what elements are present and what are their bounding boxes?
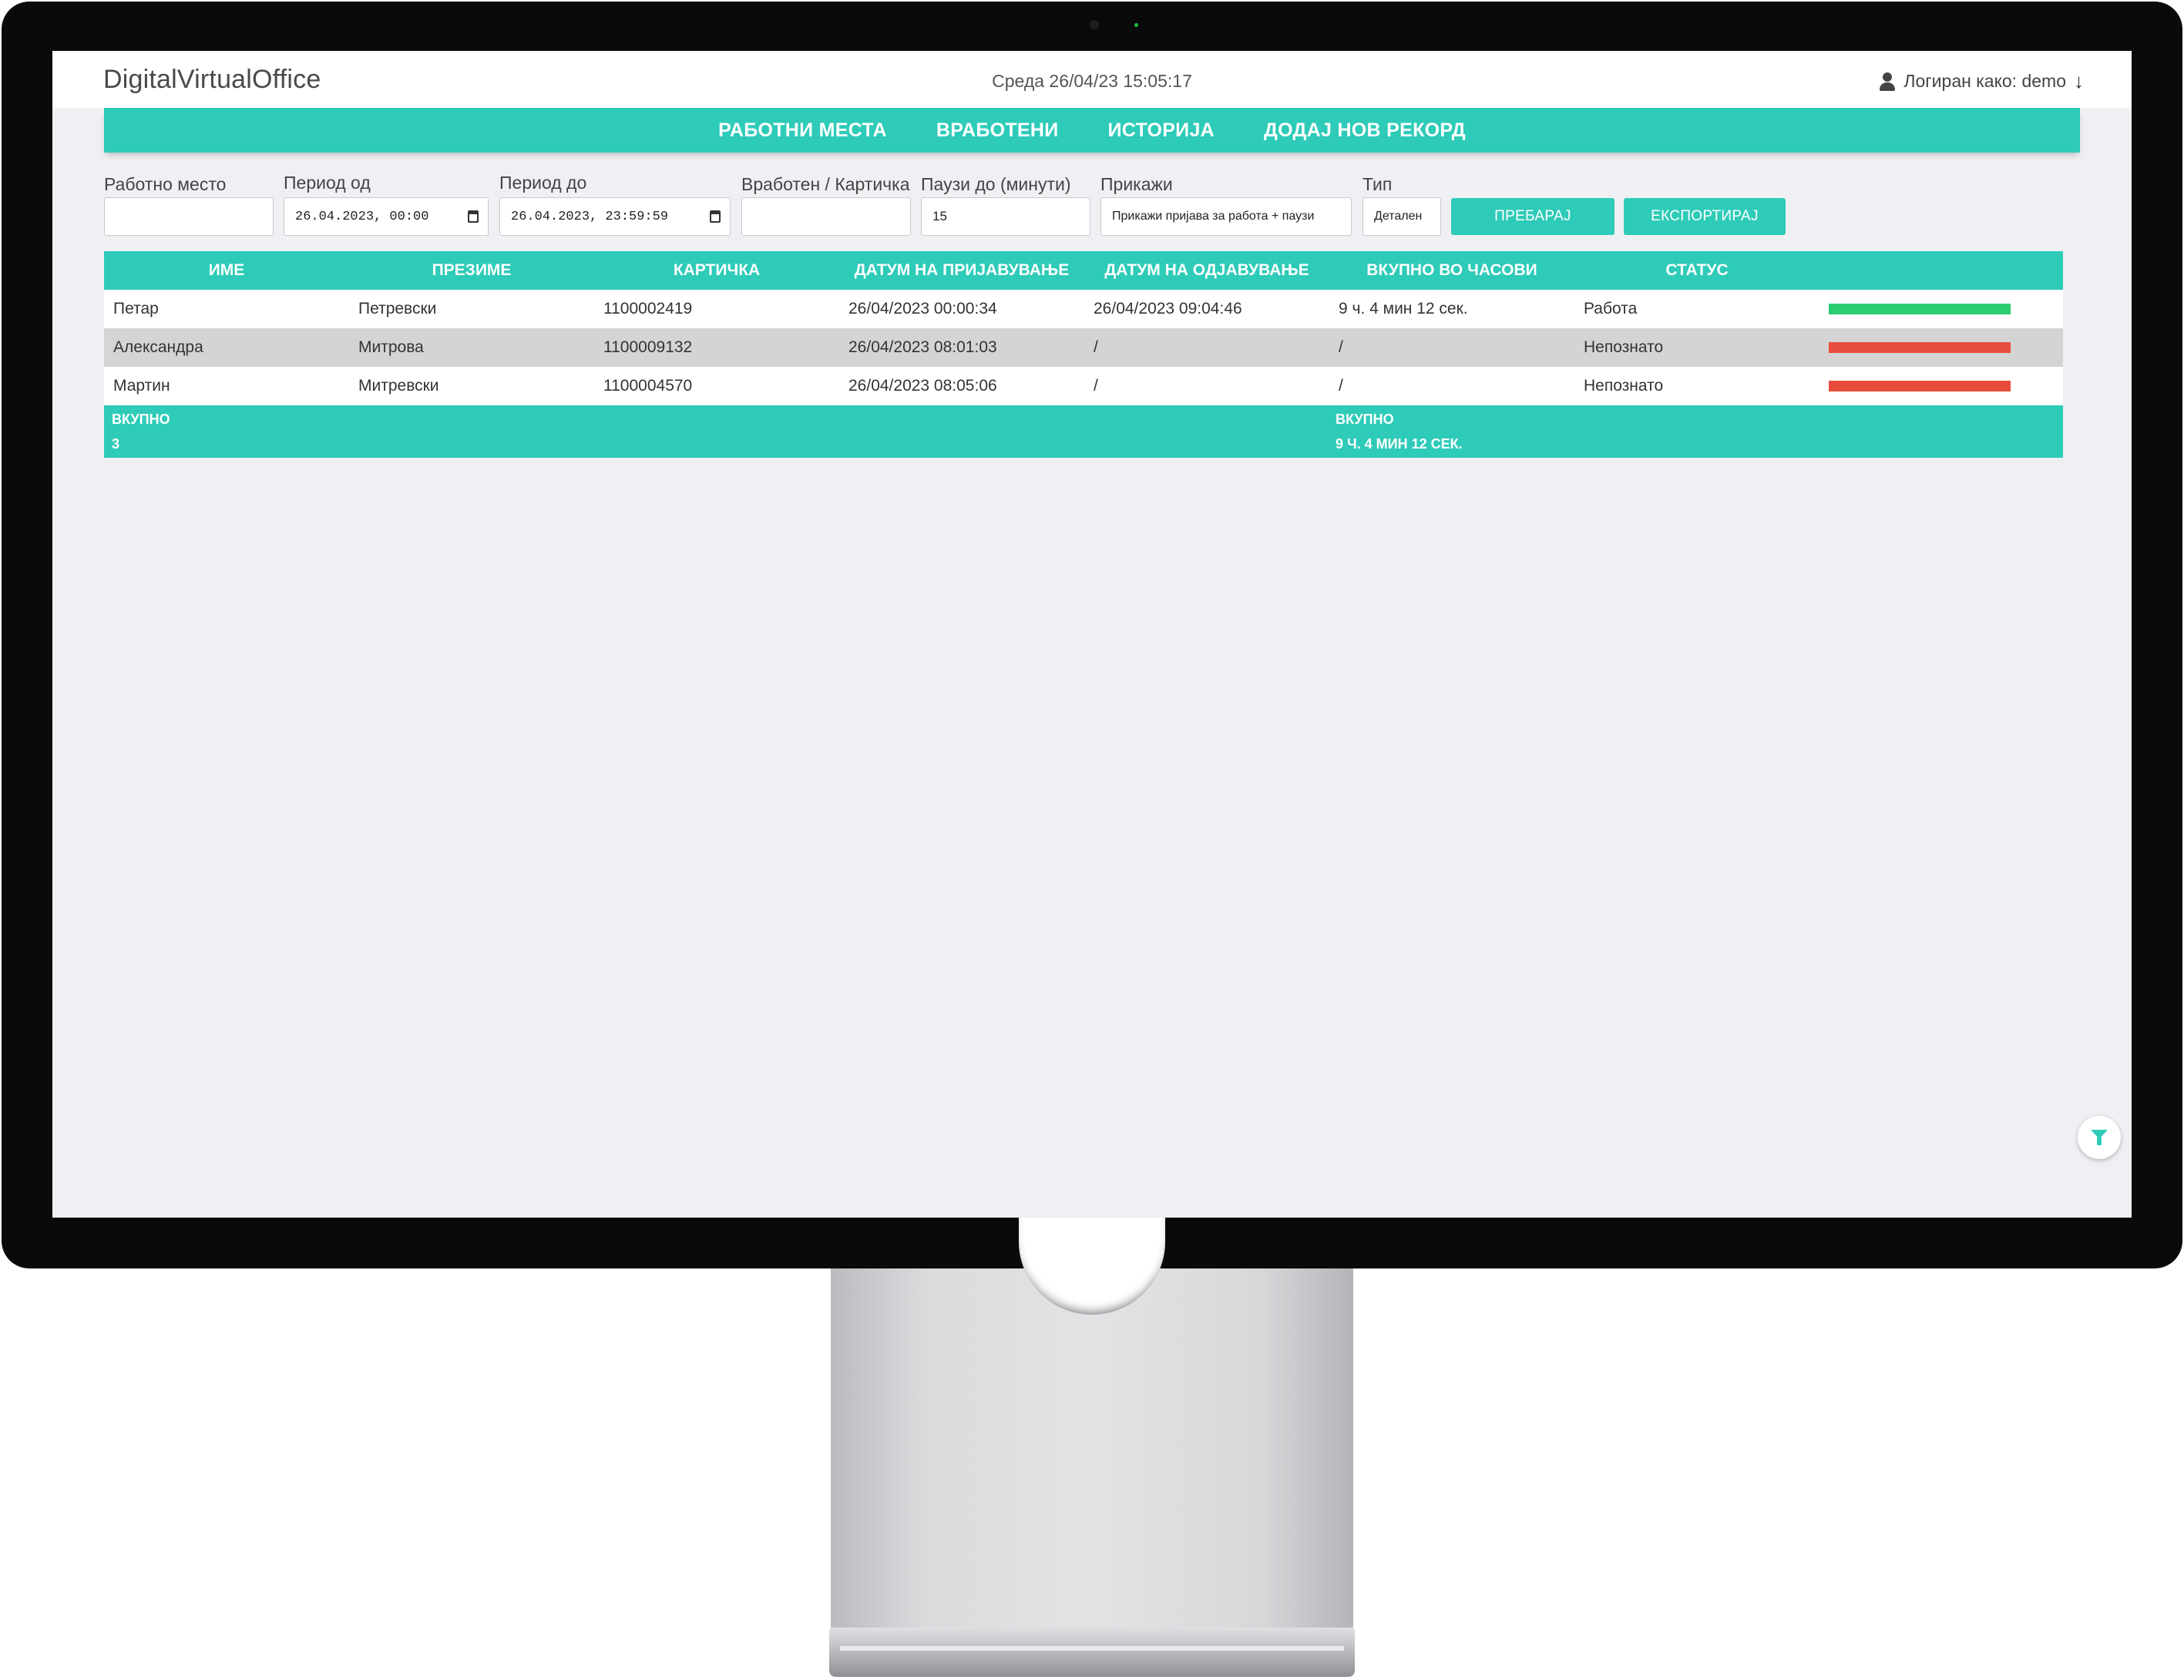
period-from-label: Период од [284,173,371,193]
export-button[interactable]: ЕКСПОРТИРАЈ [1624,198,1786,235]
period-from-input[interactable]: 26.04.2023, 00:00 [284,197,489,236]
cell-login: 26/04/2023 08:05:06 [848,377,997,395]
employee-input[interactable] [741,197,911,236]
app-screen: DigitalVirtualOffice Среда 26/04/23 15:0… [52,51,2132,1218]
cell-first-name: Александра [113,338,203,356]
period-to-label: Период до [499,173,587,193]
cell-status: Непознато [1584,338,1664,356]
cell-logout: / [1094,338,1098,356]
nav-workplaces[interactable]: РАБОТНИ МЕСТА [718,119,887,142]
table-header: ИМЕ ПРЕЗИМЕ КАРТИЧКА ДАТУМ НА ПРИЈАВУВАЊ… [104,251,2063,290]
calendar-icon[interactable] [710,210,721,223]
calendar-icon[interactable] [468,210,479,223]
nav-add-record[interactable]: ДОДАЈ НОВ РЕКОРД [1264,119,1466,142]
show-select[interactable]: Прикажи пријава за работа + паузи [1100,197,1352,236]
table-row[interactable]: Петар Петревски 1100002419 26/04/2023 00… [104,290,2063,328]
current-datetime: Среда 26/04/23 15:05:17 [992,71,1192,91]
filter-icon[interactable] [2078,1116,2121,1159]
col-status[interactable]: СТАТУС [1574,261,1819,280]
breaks-label: Паузи до (минути) [921,174,1071,194]
cell-status: Непознато [1584,377,1664,395]
search-button[interactable]: ПРЕБАРАЈ [1451,198,1614,235]
col-card[interactable]: КАРТИЧКА [594,261,839,280]
cell-card: 1100002419 [603,300,693,318]
footer-count-value: 3 [112,436,120,452]
cell-status: Работа [1584,300,1638,318]
table-row[interactable]: Мартин Митревски 1100004570 26/04/2023 0… [104,367,2063,405]
breaks-input[interactable]: 15 [921,197,1090,236]
workplace-label: Работно место [104,174,227,194]
status-bar-cell [1819,342,2063,353]
cell-total: 9 ч. 4 мин 12 сек. [1339,300,1468,318]
table-row[interactable]: Александра Митрова 1100009132 26/04/2023… [104,328,2063,367]
status-bar-unknown [1829,381,2011,391]
cell-first-name: Петар [113,300,159,318]
cell-last-name: Петревски [358,300,437,318]
logged-in-as-label: Логиран како: demo [1903,71,2066,91]
type-select[interactable]: Детален [1362,197,1441,236]
col-logout-date[interactable]: ДАТУМ НА ОДЈАВУВАЊЕ [1084,261,1329,280]
status-bar-cell [1819,381,2063,391]
user-icon [1879,72,1896,91]
main-nav: РАБОТНИ МЕСТА ВРАБОТЕНИ ИСТОРИЈА ДОДАЈ Н… [104,108,2080,153]
status-bar-cell [1819,304,2063,314]
cell-total: / [1339,377,1343,395]
camera [1090,20,1099,29]
user-menu[interactable]: Логиран како: demo ↓ [1879,69,2084,93]
camera-led [1134,23,1138,27]
cell-login: 26/04/2023 08:01:03 [848,338,997,356]
attendance-table: ИМЕ ПРЕЗИМЕ КАРТИЧКА ДАТУМ НА ПРИЈАВУВАЊ… [104,251,2063,458]
table-footer: ВКУПНО 3 ВКУПНО 9 Ч. 4 МИН 12 СЕК. [104,405,2063,458]
cell-last-name: Митревски [358,377,439,395]
cell-first-name: Мартин [113,377,170,395]
status-bar-unknown [1829,342,2011,353]
cell-card: 1100009132 [603,338,693,356]
cell-last-name: Митрова [358,338,424,356]
footer-total-value: 9 Ч. 4 МИН 12 СЕК. [1336,436,1463,452]
col-login-date[interactable]: ДАТУМ НА ПРИЈАВУВАЊЕ [839,261,1084,280]
status-bar-working [1829,304,2011,314]
cell-total: / [1339,338,1343,356]
stand-foot [829,1628,1355,1677]
footer-count-label: ВКУПНО [112,412,170,427]
col-last-name[interactable]: ПРЕЗИМЕ [349,261,594,280]
top-bar: DigitalVirtualOffice Среда 26/04/23 15:0… [52,51,2132,108]
cell-logout: / [1094,377,1098,395]
nav-employees[interactable]: ВРАБОТЕНИ [936,119,1059,142]
workplace-input[interactable] [104,197,274,236]
employee-label: Вработен / Картичка [741,174,910,194]
cell-card: 1100004570 [603,377,693,395]
cell-login: 26/04/2023 00:00:34 [848,300,997,318]
show-label: Прикажи [1100,174,1173,194]
monitor-stand [831,1268,1353,1631]
col-total-hours[interactable]: ВКУПНО ВО ЧАСОВИ [1329,261,1574,280]
nav-history[interactable]: ИСТОРИЈА [1108,119,1215,142]
footer-total-label: ВКУПНО [1336,412,1394,427]
period-from-value: 26.04.2023, 00:00 [295,209,429,224]
col-first-name[interactable]: ИМЕ [104,261,349,280]
period-to-value: 26.04.2023, 23:59:59 [511,209,669,224]
type-label: Тип [1362,174,1393,194]
stand-foot-highlight [840,1646,1344,1651]
cell-logout: 26/04/2023 09:04:46 [1094,300,1242,318]
period-to-input[interactable]: 26.04.2023, 23:59:59 [499,197,731,236]
arrow-down-icon[interactable]: ↓ [2074,69,2084,93]
